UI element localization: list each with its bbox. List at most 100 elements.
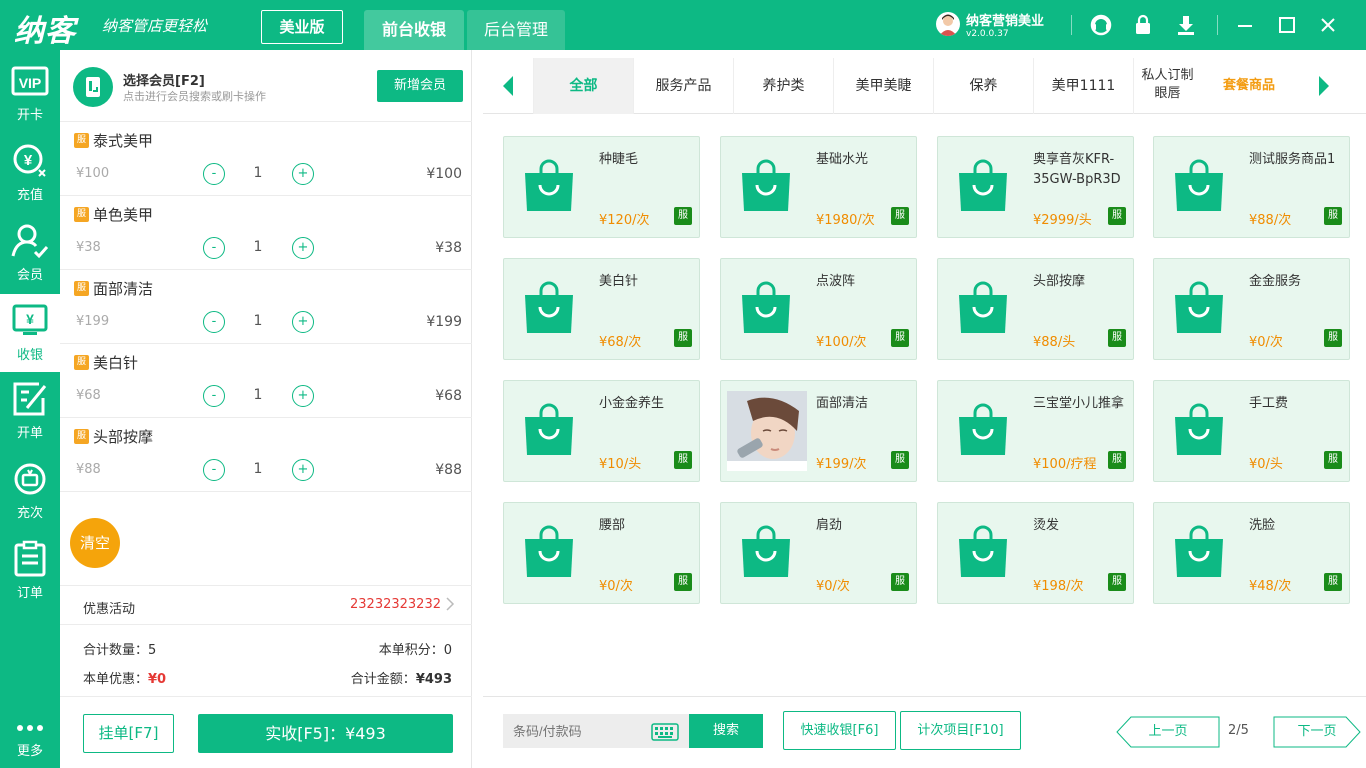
product-card[interactable]: 金金服务 ¥0/次 服	[1153, 258, 1350, 360]
service-tag: 服	[1108, 573, 1126, 591]
product-price: ¥0/次	[816, 579, 850, 594]
category-tab-nail-lash[interactable]: 美甲美睫	[833, 58, 933, 114]
edition-button[interactable]: 美业版	[261, 10, 343, 44]
tab-front-cashier[interactable]: 前台收银	[364, 10, 464, 50]
prev-page-button[interactable]: 上一页	[1116, 716, 1220, 748]
product-card[interactable]: 小金金养生 ¥10/头 服	[503, 380, 700, 482]
user-name: 纳客营销美业	[966, 14, 1045, 29]
shopping-bag-icon	[955, 525, 1011, 585]
service-tag: 服	[74, 355, 89, 370]
maximize-icon[interactable]	[1274, 12, 1300, 38]
app-version: v2.0.0.37	[966, 29, 1009, 39]
product-price: ¥100/疗程	[1033, 457, 1097, 472]
member-icon	[11, 224, 49, 259]
cart-item: 服 泰式美甲 ¥100 - 1 + ¥100	[60, 122, 472, 196]
sidebar-item-label: 更多	[16, 744, 43, 759]
product-name: 三宝堂小儿推拿	[1033, 396, 1125, 411]
pay-button[interactable]: 实收[F5]：¥493	[198, 714, 453, 753]
member-select-bar[interactable]: 选择会员[F2] 点击进行会员搜索或刷卡操作 新增会员	[60, 50, 472, 122]
order-points-value: 0	[443, 643, 452, 658]
add-member-button[interactable]: 新增会员	[377, 70, 463, 102]
member-card-icon	[73, 67, 113, 107]
product-card[interactable]: 洗脸 ¥48/次 服	[1153, 502, 1350, 604]
category-tab-package[interactable]: 套餐商品	[1201, 58, 1297, 114]
prev-page-label: 上一页	[1148, 724, 1188, 739]
category-tab-nail-1111[interactable]: 美甲1111	[1033, 58, 1133, 114]
category-tab-all[interactable]: 全部	[533, 58, 633, 114]
quick-cash-button[interactable]: 快速收银[F6]	[783, 711, 896, 750]
qty-plus-button[interactable]: +	[292, 237, 314, 259]
product-card[interactable]: 点波阵 ¥100/次 服	[720, 258, 917, 360]
qty-value[interactable]: 1	[246, 313, 270, 329]
product-card[interactable]: 测试服务商品1 ¥88/次 服	[1153, 136, 1350, 238]
sidebar-item-recharge-times[interactable]: 充次	[0, 452, 60, 530]
qty-value[interactable]: 1	[246, 239, 270, 255]
product-card[interactable]: 种睫毛 ¥120/次 服	[503, 136, 700, 238]
qty-value[interactable]: 1	[246, 165, 270, 181]
qty-minus-button[interactable]: -	[203, 163, 225, 185]
order-total: 合计金额：¥493	[351, 668, 452, 687]
product-card[interactable]: 烫发 ¥198/次 服	[937, 502, 1134, 604]
keyboard-icon[interactable]	[651, 723, 679, 745]
divider	[1071, 15, 1072, 35]
clear-cart-button[interactable]: 清空	[70, 518, 120, 568]
shopping-bag-icon	[1171, 159, 1227, 219]
avatar[interactable]	[936, 12, 960, 36]
category-tab-care[interactable]: 养护类	[733, 58, 833, 114]
product-card[interactable]: 基础水光 ¥1980/次 服	[720, 136, 917, 238]
qty-plus-button[interactable]: +	[292, 385, 314, 407]
qty-minus-button[interactable]: -	[203, 385, 225, 407]
product-card[interactable]: 手工费 ¥0/头 服	[1153, 380, 1350, 482]
qty-plus-button[interactable]: +	[292, 459, 314, 481]
qty-minus-button[interactable]: -	[203, 459, 225, 481]
next-page-button[interactable]: 下一页	[1273, 716, 1361, 748]
hang-order-button[interactable]: 挂单[F7]	[83, 714, 174, 753]
promotion-row[interactable]: 优惠活动 23232323232	[60, 585, 472, 625]
sidebar-item-orders[interactable]: 订单	[0, 532, 60, 610]
sidebar-item-cashier[interactable]: ¥ 收银	[0, 294, 60, 372]
close-icon[interactable]	[1315, 12, 1341, 38]
product-card[interactable]: 腰部 ¥0/次 服	[503, 502, 700, 604]
minimize-icon[interactable]	[1232, 12, 1258, 38]
qty-minus-button[interactable]: -	[203, 311, 225, 333]
qty-value[interactable]: 1	[246, 461, 270, 477]
product-card[interactable]: 面部清洁 ¥199/次 服	[720, 380, 917, 482]
sidebar-item-label: 充次	[16, 506, 43, 521]
product-card[interactable]: 头部按摩 ¥88/头 服	[937, 258, 1134, 360]
sidebar-item-open-order[interactable]: 开单	[0, 372, 60, 450]
sidebar-item-open-card[interactable]: VIP 开卡	[0, 54, 60, 132]
qty-value[interactable]: 1	[246, 387, 270, 403]
lock-icon[interactable]	[1130, 12, 1156, 38]
product-price: ¥88/头	[1033, 335, 1076, 350]
category-tab-custom-eye-lip[interactable]: 私人订制眼唇	[1133, 58, 1201, 114]
sidebar-item-recharge[interactable]: ¥ 充值	[0, 134, 60, 212]
service-tag: 服	[1324, 451, 1342, 469]
qty-plus-button[interactable]: +	[292, 163, 314, 185]
total-count-label: 合计数量：	[83, 643, 149, 658]
sidebar-item-more[interactable]: 更多	[0, 690, 60, 768]
page-indicator: 2/5	[1228, 723, 1249, 738]
support-icon[interactable]	[1088, 12, 1114, 38]
svg-text:VIP: VIP	[19, 75, 42, 91]
category-tab-service[interactable]: 服务产品	[633, 58, 733, 114]
qty-minus-button[interactable]: -	[203, 237, 225, 259]
download-icon[interactable]	[1173, 12, 1199, 38]
product-name: 美白针	[599, 274, 639, 289]
sidebar-item-member[interactable]: 会员	[0, 214, 60, 292]
qty-plus-button[interactable]: +	[292, 311, 314, 333]
product-card[interactable]: 三宝堂小儿推拿 ¥100/疗程服	[937, 380, 1134, 482]
product-panel: 全部 服务产品 养护类 美甲美睫 保养 美甲1111 私人订制眼唇 套餐商品 种…	[483, 50, 1366, 768]
category-next-arrow-icon[interactable]	[1299, 58, 1349, 114]
product-card[interactable]: 肩劲 ¥0/次 服	[720, 502, 917, 604]
category-tab-maintenance[interactable]: 保养	[933, 58, 1033, 114]
product-price: ¥1980/次	[816, 213, 875, 228]
sidebar-item-label: 开卡	[16, 108, 43, 123]
product-card[interactable]: 奥享音灰KFR-35GW-BpR3D ¥2999/头 服	[937, 136, 1134, 238]
count-item-button[interactable]: 计次项目[F10]	[900, 711, 1021, 750]
svg-text:¥: ¥	[24, 152, 33, 169]
product-card[interactable]: 美白针 ¥68/次 服	[503, 258, 700, 360]
category-prev-arrow-icon[interactable]	[483, 58, 533, 114]
product-price: ¥0/次	[1249, 335, 1283, 350]
search-button[interactable]: 搜索	[689, 714, 763, 748]
tab-back-office[interactable]: 后台管理	[467, 10, 565, 50]
